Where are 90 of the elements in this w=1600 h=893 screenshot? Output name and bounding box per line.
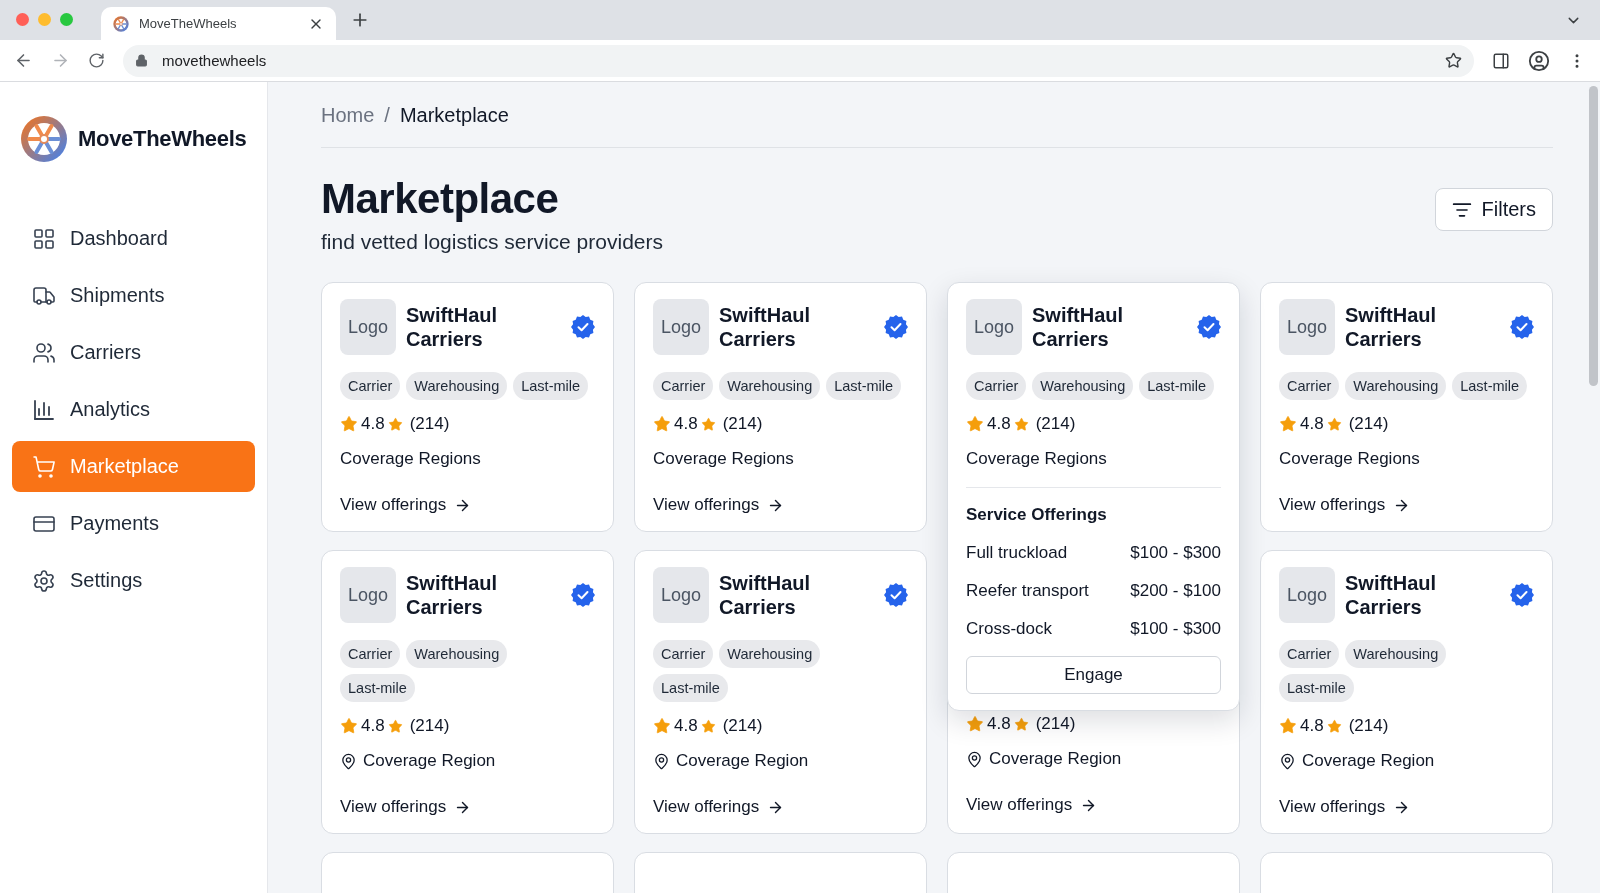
address-bar[interactable]: movethewheels bbox=[123, 44, 1474, 77]
service-tag: Last-mile bbox=[826, 372, 902, 401]
review-count: (214) bbox=[1348, 716, 1389, 737]
carrier-name: SwiftHaul Carriers bbox=[1345, 571, 1438, 620]
carrier-name: SwiftHaul Carriers bbox=[1345, 303, 1438, 352]
logo-text: Logo bbox=[347, 316, 388, 338]
page-title: Marketplace bbox=[321, 176, 560, 223]
rating-value: 4.8 bbox=[987, 714, 1011, 735]
service-tag: Warehousing bbox=[719, 372, 821, 401]
service-tag: Last-mile bbox=[513, 372, 589, 401]
review-count: (214) bbox=[1035, 414, 1076, 435]
service-tag: Carrier bbox=[966, 372, 1027, 401]
logo-text: Logo bbox=[347, 584, 388, 606]
coverage-region: Coverage Region bbox=[1302, 751, 1435, 772]
offering-name: Cross-dock bbox=[966, 619, 1052, 640]
carrier-name: SwiftHaul Carriers bbox=[719, 303, 812, 352]
view-offerings-link[interactable]: View offerings bbox=[1279, 495, 1411, 516]
service-tag: Last-mile bbox=[653, 674, 728, 703]
service-tag: Carrier bbox=[340, 372, 401, 401]
tab-title: MoveTheWheels bbox=[139, 16, 238, 31]
nav-item[interactable]: Analytics bbox=[12, 384, 255, 435]
service-tag: Warehousing bbox=[1345, 640, 1447, 669]
offering-price: $100 - $300 bbox=[1130, 619, 1221, 640]
service-tag: Carrier bbox=[1279, 640, 1340, 669]
coverage-region: Coverage Regions bbox=[966, 449, 1107, 470]
coverage-region: Coverage Region bbox=[989, 749, 1122, 770]
service-tag: Carrier bbox=[653, 372, 714, 401]
logo-text: Logo bbox=[660, 316, 701, 338]
logo-text: Logo bbox=[1286, 316, 1327, 338]
service-tag: Warehousing bbox=[719, 640, 821, 669]
rating-value: 4.8 bbox=[674, 414, 698, 435]
rating-value: 4.8 bbox=[1300, 716, 1324, 737]
view-offerings-link[interactable]: View offerings bbox=[1279, 797, 1411, 818]
brand-name: MoveTheWheels bbox=[78, 126, 247, 152]
service-tag: Last-mile bbox=[1452, 372, 1528, 401]
breadcrumb-separator: / bbox=[384, 104, 390, 127]
service-tag: Warehousing bbox=[1032, 372, 1134, 401]
nav-item[interactable]: Shipments bbox=[12, 270, 255, 321]
coverage-region: Coverage Regions bbox=[340, 449, 481, 470]
view-offerings-link[interactable]: View offerings bbox=[653, 797, 785, 818]
coverage-region: Coverage Regions bbox=[653, 449, 794, 470]
coverage-region: Coverage Region bbox=[363, 751, 496, 772]
review-count: (214) bbox=[1035, 714, 1076, 735]
rating-value: 4.8 bbox=[674, 716, 698, 737]
logo-text: Logo bbox=[660, 584, 701, 606]
review-count: (214) bbox=[722, 716, 763, 737]
carrier-name: SwiftHaul Carriers bbox=[719, 571, 812, 620]
service-tag: Last-mile bbox=[1139, 372, 1215, 401]
carrier-name: SwiftHaul Carriers bbox=[406, 303, 499, 352]
review-count: (214) bbox=[722, 414, 763, 435]
view-offerings-link[interactable]: View offerings bbox=[653, 495, 785, 516]
nav-item[interactable]: Payments bbox=[12, 498, 255, 549]
browser-tab[interactable]: MoveTheWheels bbox=[101, 7, 336, 40]
service-tag: Carrier bbox=[1279, 372, 1340, 401]
coverage-region: Coverage Regions bbox=[1279, 449, 1420, 470]
nav-item[interactable]: Carriers bbox=[12, 327, 255, 378]
view-offerings-link[interactable]: View offerings bbox=[340, 495, 472, 516]
nav-item[interactable]: Settings bbox=[12, 555, 255, 606]
offerings-heading: Service Offerings bbox=[966, 505, 1108, 526]
service-tag: Warehousing bbox=[406, 640, 508, 669]
service-tag: Warehousing bbox=[1345, 372, 1447, 401]
service-tag: Warehousing bbox=[406, 372, 508, 401]
review-count: (214) bbox=[409, 716, 450, 737]
rating-value: 4.8 bbox=[361, 414, 385, 435]
breadcrumb-link[interactable]: Home bbox=[321, 104, 375, 127]
logo-text: Logo bbox=[973, 316, 1014, 338]
view-offerings-link[interactable]: View offerings bbox=[340, 797, 472, 818]
page-subtitle: find vetted logistics service providers bbox=[321, 230, 663, 255]
service-tag: Carrier bbox=[340, 640, 401, 669]
service-tag: Last-mile bbox=[340, 674, 415, 703]
engage-button[interactable]: Engage bbox=[966, 656, 1221, 695]
filters-button[interactable]: Filters bbox=[1434, 188, 1553, 231]
url-text: movethewheels bbox=[162, 52, 268, 69]
rating-value: 4.8 bbox=[361, 716, 385, 737]
review-count: (214) bbox=[1348, 414, 1389, 435]
offering-name: Reefer transport bbox=[966, 581, 1089, 602]
offering-name: Full truckload bbox=[966, 543, 1068, 564]
carrier-name: SwiftHaul Carriers bbox=[1032, 303, 1125, 352]
review-count: (214) bbox=[409, 414, 450, 435]
offering-price: $200 - $100 bbox=[1130, 581, 1221, 602]
carrier-name: SwiftHaul Carriers bbox=[406, 571, 499, 620]
logo-text: Logo bbox=[1286, 584, 1327, 606]
rating-value: 4.8 bbox=[1300, 414, 1324, 435]
service-tag: Carrier bbox=[653, 640, 714, 669]
view-offerings-link[interactable]: View offerings bbox=[966, 795, 1098, 816]
coverage-region: Coverage Region bbox=[676, 751, 809, 772]
service-tag: Last-mile bbox=[1279, 674, 1354, 703]
rating-value: 4.8 bbox=[987, 414, 1011, 435]
offering-price: $100 - $300 bbox=[1130, 543, 1221, 564]
nav-item[interactable]: Dashboard bbox=[12, 213, 255, 264]
